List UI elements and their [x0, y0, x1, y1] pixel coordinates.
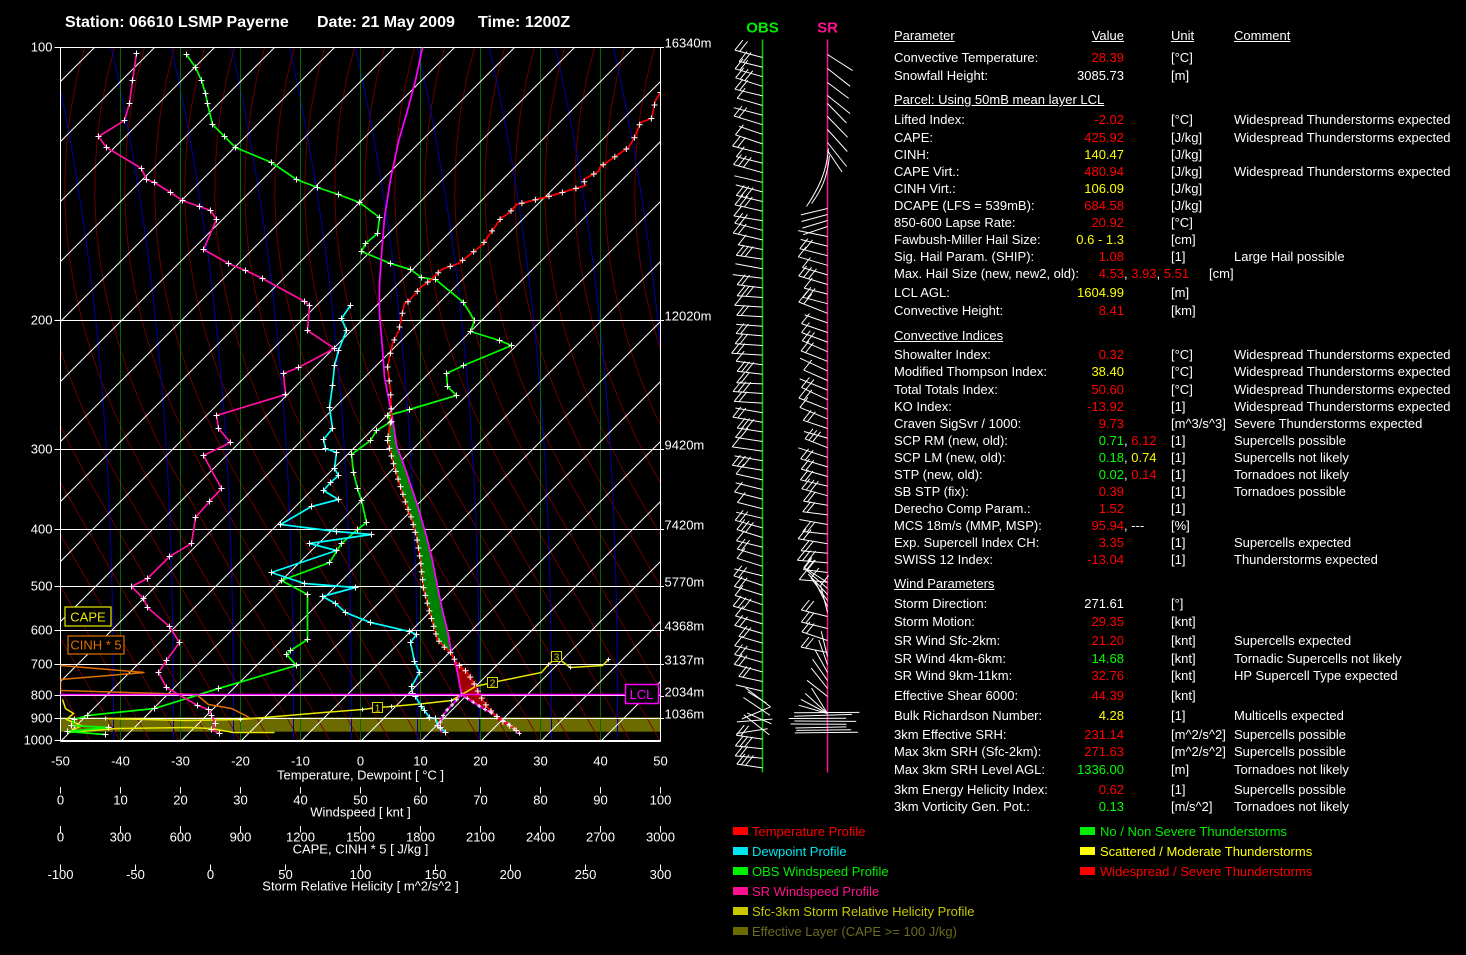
svg-text:300: 300 — [650, 867, 672, 882]
svg-text:CAPE, CINH * 5 [ J/kg ]: CAPE, CINH * 5 [ J/kg ] — [293, 842, 429, 857]
svg-text:0: 0 — [57, 830, 64, 845]
svg-text:3000: 3000 — [646, 830, 675, 845]
svg-text:2100: 2100 — [466, 830, 495, 845]
svg-text:OBS: OBS — [746, 20, 779, 37]
svg-text:600: 600 — [170, 830, 192, 845]
svg-text:2400: 2400 — [526, 830, 555, 845]
svg-text:-50: -50 — [126, 867, 145, 882]
svg-text:SR: SR — [817, 20, 838, 37]
svg-text:-100: -100 — [47, 867, 73, 882]
svg-text:250: 250 — [575, 867, 597, 882]
svg-text:Storm Relative Helicity [ m^2: Storm Relative Helicity [ m^2/s^2 ] — [262, 879, 458, 894]
svg-text:900: 900 — [230, 830, 252, 845]
svg-text:200: 200 — [500, 867, 522, 882]
svg-text:300: 300 — [110, 830, 132, 845]
svg-text:2700: 2700 — [586, 830, 615, 845]
svg-text:0: 0 — [207, 867, 214, 882]
